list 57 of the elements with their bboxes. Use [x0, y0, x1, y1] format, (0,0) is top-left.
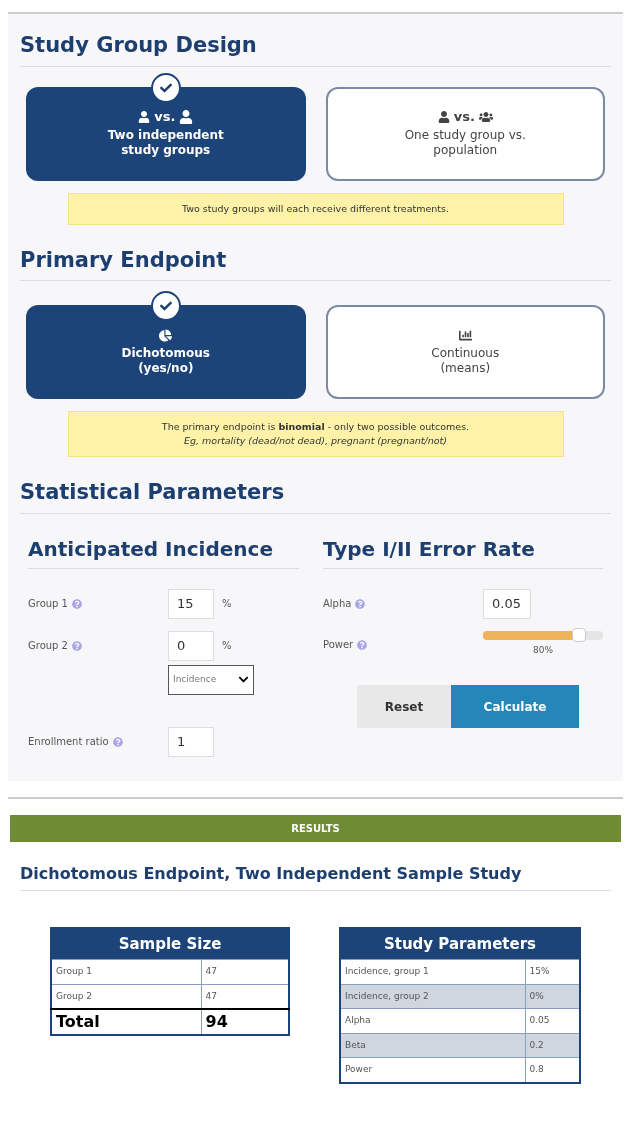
reset-button[interactable]: Reset	[357, 685, 451, 729]
section-title: Primary Endpoint	[20, 247, 227, 272]
input-field[interactable]: 0	[168, 630, 214, 661]
select-dropdown[interactable]: Incidence	[168, 664, 254, 695]
field-label: Power	[323, 638, 354, 650]
people-icon	[478, 109, 493, 124]
unit-label: %	[222, 639, 232, 654]
subsection-title: Anticipated Incidence	[28, 536, 273, 561]
subsection-title: Type I/II Error Rate	[323, 536, 535, 561]
calculate-button[interactable]: Calculate	[451, 685, 579, 729]
versus-label: vs.	[453, 109, 475, 124]
option-card[interactable]: Continuous (means)	[325, 305, 605, 400]
pie-chart-icon	[159, 328, 173, 342]
person-icon	[138, 110, 151, 123]
power-reading: 80%	[533, 643, 553, 657]
table-cell: Incidence, group 2	[340, 984, 525, 1009]
input-field[interactable]: 15	[168, 588, 214, 619]
info-note: The primary endpoint is binomial - only two possible outcomes. Eg, mortality (dead/not dead), pregnant (pregnant/not)	[67, 411, 564, 458]
table-cell: 47	[201, 959, 289, 985]
option-card[interactable]: vs. Two independent study groups	[26, 86, 306, 181]
unit-label: %	[222, 597, 232, 612]
help-icon[interactable]	[112, 737, 123, 748]
slider-handle[interactable]	[572, 627, 586, 642]
power-slider[interactable]	[483, 630, 603, 640]
option-card[interactable]: Dichotomous (yes/no)	[26, 305, 306, 400]
versus-label: vs.	[154, 109, 176, 124]
option-label: Two independent study groups	[106, 128, 225, 158]
table-cell: Alpha	[340, 1008, 525, 1034]
table-cell: 15%	[525, 959, 580, 985]
person-icon	[437, 110, 450, 123]
help-icon[interactable]	[72, 641, 82, 652]
field-label: Group 2	[28, 640, 68, 652]
table-title: Sample Size	[51, 927, 289, 960]
help-icon[interactable]	[355, 599, 366, 610]
field-label: Group 1	[28, 598, 68, 610]
help-icon[interactable]	[357, 639, 368, 650]
field-label: Enrollment ratio	[28, 736, 109, 748]
option-label: Continuous (means)	[430, 345, 501, 376]
table-cell: Total	[51, 1009, 201, 1036]
table-cell: Group 1	[51, 959, 201, 985]
input-field[interactable]: 0.05	[483, 588, 531, 619]
info-note: Two study groups will each receive different treatments.	[67, 192, 564, 225]
results-banner: RESULTS	[10, 814, 621, 842]
table-cell: Beta	[340, 1033, 525, 1058]
results-title: Dichotomous Endpoint, Two Independent Sample Study	[20, 863, 522, 883]
section-title: Statistical Parameters	[20, 480, 285, 505]
input-field[interactable]: 1	[168, 726, 214, 757]
person-icon	[179, 109, 194, 124]
option-label: Dichotomous (yes/no)	[120, 345, 211, 376]
help-icon[interactable]	[72, 599, 82, 610]
option-label: One study group vs. population	[403, 128, 527, 158]
option-card[interactable]: vs. One study group vs. population	[325, 86, 605, 181]
section-title: Study Group Design	[20, 33, 257, 57]
bar-chart-icon	[458, 328, 472, 342]
table-title: Study Parameters	[340, 927, 580, 960]
field-label: Alpha	[323, 598, 352, 610]
table-cell: Incidence, group 1	[340, 959, 525, 985]
